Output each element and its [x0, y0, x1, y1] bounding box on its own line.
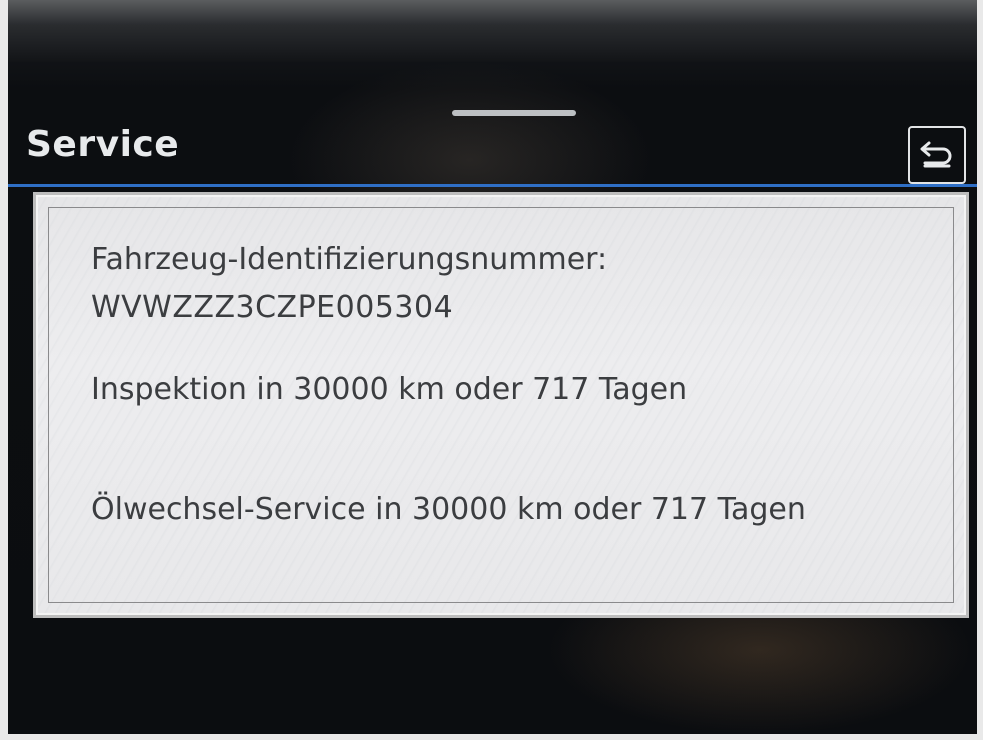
vin-value: WVWZZZ3CZPE005304 [91, 290, 454, 325]
vin-label: Fahrzeug-Identifizierungsnummer: [91, 242, 608, 277]
service-info-panel: Fahrzeug-Identifizierungsnummer: WVWZZZ3… [36, 195, 966, 615]
service-info-frame: Fahrzeug-Identifizierungsnummer: WVWZZZ3… [48, 207, 954, 603]
oil-service-due-text: Ölwechsel-Service in 30000 km oder 717 T… [91, 492, 806, 527]
screen-bezel-left [0, 0, 8, 740]
screen-bezel-bottom [0, 734, 983, 740]
header-divider [8, 184, 977, 187]
header-bar: Service [8, 116, 977, 186]
back-arrow-icon [920, 141, 952, 168]
inspection-due-text: Inspektion in 30000 km oder 717 Tagen [91, 372, 688, 407]
infotainment-screen: Service Fahrzeug-Identifizierungsnummer:… [0, 0, 983, 740]
screen-bezel-right [977, 0, 983, 740]
screen-bezel-top [0, 0, 983, 62]
page-title: Service [26, 124, 180, 165]
back-button[interactable] [908, 126, 966, 184]
